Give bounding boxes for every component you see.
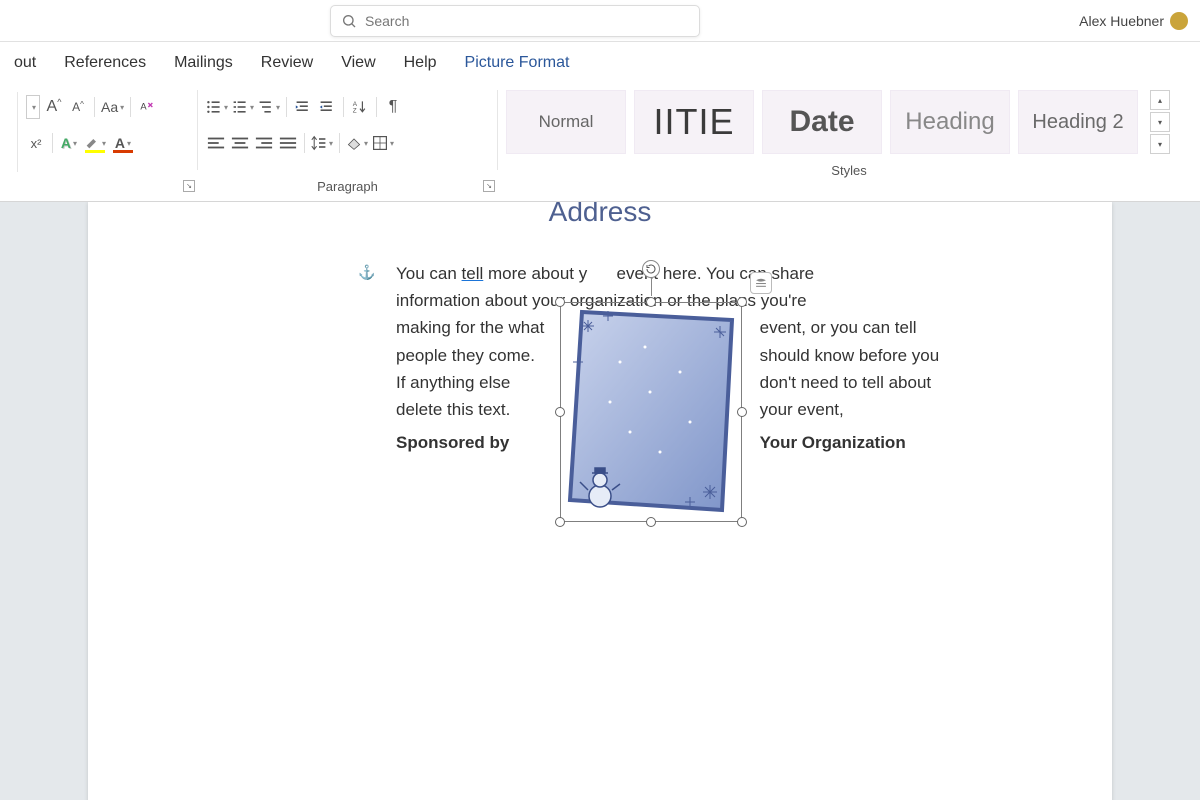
decrease-indent-button[interactable] (293, 95, 313, 119)
increase-indent-button[interactable] (317, 95, 337, 119)
bullets-button[interactable]: ▾ (206, 95, 228, 119)
tab-layout[interactable]: out (0, 44, 50, 82)
tab-help[interactable]: Help (390, 44, 451, 82)
styles-scroll-down[interactable]: ▾ (1150, 112, 1170, 132)
rotation-handle[interactable] (642, 260, 660, 278)
svg-text:A: A (140, 102, 147, 112)
account-name[interactable]: Alex Huebner (1079, 12, 1188, 30)
styles-gallery-scroll: ▴ ▾ ▾ (1150, 90, 1172, 154)
layout-options-button[interactable] (750, 272, 772, 294)
resize-handle-s[interactable] (646, 517, 656, 527)
styles-scroll-up[interactable]: ▴ (1150, 90, 1170, 110)
style-title[interactable]: IITIE (634, 90, 754, 154)
resize-handle-n[interactable] (646, 297, 656, 307)
search-box[interactable]: Search (330, 5, 700, 37)
styles-expand[interactable]: ▾ (1150, 134, 1170, 154)
resize-handle-sw[interactable] (555, 517, 565, 527)
tab-references[interactable]: References (50, 44, 160, 82)
wrap-right-text: event, or you can tell should know befor… (760, 314, 956, 423)
align-center-button[interactable] (230, 131, 250, 155)
align-left-button[interactable] (206, 131, 226, 155)
resize-handle-ne[interactable] (737, 297, 747, 307)
font-dialog-launcher[interactable]: ↘ (183, 180, 195, 192)
paragraph-group-label: Paragraph (198, 179, 497, 194)
selection-box (560, 302, 742, 522)
paragraph-dialog-launcher[interactable]: ↘ (483, 180, 495, 192)
ribbon-tabs: out References Mailings Review View Help… (0, 42, 1200, 84)
resize-handle-nw[interactable] (555, 297, 565, 307)
font-color-button[interactable]: A ▾ (111, 131, 135, 155)
show-marks-button[interactable]: ¶ (383, 95, 403, 119)
style-date[interactable]: Date (762, 90, 882, 154)
highlight-button[interactable]: ▾ (83, 131, 107, 155)
address-heading[interactable]: Address (88, 202, 1112, 228)
tab-view[interactable]: View (327, 44, 389, 82)
document-area[interactable]: Address ⚓ You can tell more about your e… (0, 202, 1200, 800)
line-spacing-button[interactable]: ▾ (311, 131, 333, 155)
organization-label: Your Organization (760, 429, 956, 456)
ribbon-styles-group: Normal IITIE Date Heading Heading 2 ▴ ▾ … (498, 90, 1200, 154)
sort-button[interactable]: AZ (350, 95, 370, 119)
increase-font-size-button[interactable]: A^ (44, 95, 64, 119)
tab-mailings[interactable]: Mailings (160, 44, 247, 82)
search-icon (341, 13, 357, 29)
ribbon: ▾ A^ A^ Aa▾ A x² A▾ ▾ A ▾ ↘ (0, 84, 1200, 202)
font-size-dropdown[interactable]: ▾ (26, 95, 40, 119)
style-normal[interactable]: Normal (506, 90, 626, 154)
document-page[interactable]: Address ⚓ You can tell more about your e… (88, 202, 1112, 800)
title-bar: Search Alex Huebner (0, 0, 1200, 42)
avatar (1170, 12, 1188, 30)
change-case-button[interactable]: Aa▾ (101, 95, 124, 119)
svg-text:Z: Z (353, 108, 357, 115)
ribbon-font-group: ▾ A^ A^ Aa▾ A x² A▾ ▾ A ▾ ↘ (18, 90, 198, 170)
resize-handle-w[interactable] (555, 407, 565, 417)
selected-picture[interactable] (560, 302, 742, 522)
styles-group-label: Styles (498, 163, 1200, 178)
shading-button[interactable]: ▾ (346, 131, 368, 155)
style-heading[interactable]: Heading (890, 90, 1010, 154)
borders-button[interactable]: ▾ (372, 131, 394, 155)
justify-button[interactable] (278, 131, 298, 155)
tab-review[interactable]: Review (247, 44, 327, 82)
ribbon-paragraph-group: ▾ ▾ ▾ AZ ¶ (198, 90, 498, 170)
decrease-font-size-button[interactable]: A^ (68, 95, 88, 119)
multilevel-list-button[interactable]: ▾ (258, 95, 280, 119)
text-effects-button[interactable]: A▾ (59, 131, 79, 155)
sponsored-label: Sponsored by (396, 429, 546, 456)
rotation-stem (651, 278, 652, 296)
style-heading2[interactable]: Heading 2 (1018, 90, 1138, 154)
link-tell[interactable]: tell (462, 264, 484, 283)
tab-picture-format[interactable]: Picture Format (451, 44, 584, 82)
anchor-icon[interactable]: ⚓ (358, 264, 375, 281)
superscript-button[interactable]: x² (26, 131, 46, 155)
resize-handle-e[interactable] (737, 407, 747, 417)
wrap-left-text: making for the what people they come. If… (396, 314, 546, 423)
search-placeholder: Search (365, 13, 409, 29)
align-right-button[interactable] (254, 131, 274, 155)
resize-handle-se[interactable] (737, 517, 747, 527)
numbering-button[interactable]: ▾ (232, 95, 254, 119)
clear-formatting-button[interactable]: A (137, 95, 157, 119)
